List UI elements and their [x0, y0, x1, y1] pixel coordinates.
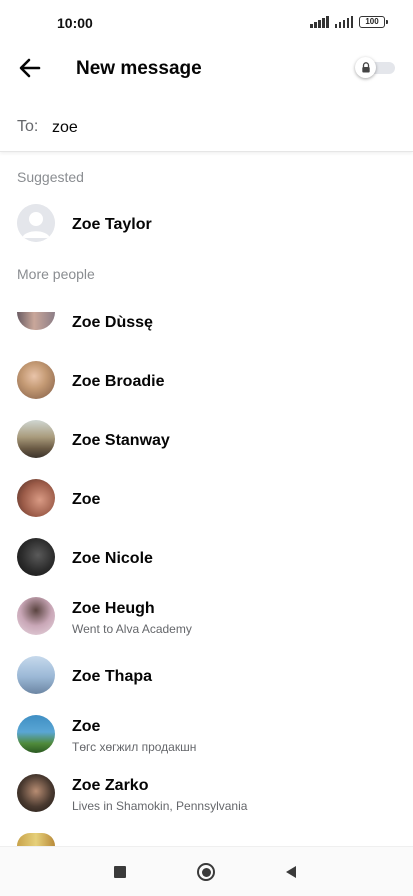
contact-row[interactable]: Zoe [0, 470, 413, 526]
avatar [17, 361, 55, 399]
contact-name: Zoe Thapa [72, 668, 153, 685]
section-label-more-people: More people [17, 266, 95, 282]
contact-row[interactable]: Zoe Nicole [0, 529, 413, 585]
contact-subtitle: Went to Alva Academy [72, 622, 192, 636]
contact-row[interactable]: Zoe Төгс хөгжил продакшн [0, 706, 413, 762]
status-icons: 100 [310, 16, 388, 28]
avatar [17, 656, 55, 694]
contact-name: Zoe Heugh [72, 600, 155, 617]
contact-row[interactable]: Zoe Taylor [0, 196, 413, 252]
contact-row[interactable]: Zoe Thapa [0, 647, 413, 703]
back-arrow-icon [19, 58, 41, 78]
avatar [17, 538, 55, 576]
contact-row[interactable]: Zoe Stanway [0, 411, 413, 467]
contact-row[interactable]: Zoe Heugh Went to Alva Academy [0, 588, 413, 644]
contact-name: Zoe Zarko [72, 777, 149, 794]
contact-row[interactable]: Zoe Zarko Lives in Shamokin, Pennsylvani… [0, 765, 413, 821]
status-time: 10:00 [57, 15, 93, 31]
recipient-search-input[interactable] [52, 114, 382, 142]
avatar [17, 479, 55, 517]
contact-name: Zoe Nicole [72, 550, 153, 567]
section-label-suggested: Suggested [17, 169, 84, 185]
back-nav-button[interactable] [284, 865, 298, 879]
contact-name: Zoe Dùssę [72, 314, 153, 331]
contact-name: Zoe Broadie [72, 373, 165, 390]
contact-name: Zoe [72, 491, 101, 508]
contact-name: Zoe [72, 718, 101, 735]
signal-icon [310, 16, 329, 28]
avatar [17, 715, 55, 753]
avatar [17, 774, 55, 812]
triangle-back-icon [286, 866, 296, 878]
avatar [17, 312, 55, 330]
recent-apps-button[interactable] [114, 866, 126, 878]
avatar [17, 833, 55, 846]
back-button[interactable] [16, 54, 44, 82]
page-title: New message [76, 58, 202, 79]
home-circle-icon [201, 867, 211, 877]
to-label: To: [17, 118, 39, 135]
contact-name: Zoe Stanway [72, 432, 170, 449]
secret-conversation-toggle[interactable] [355, 57, 395, 78]
contact-row[interactable]: Zoe Broadie [0, 352, 413, 408]
header: New message [0, 48, 413, 90]
recipient-row: To: [0, 104, 413, 152]
default-avatar-icon [17, 204, 55, 242]
status-bar: 10:00 100 [0, 0, 413, 48]
avatar [17, 597, 55, 635]
home-button[interactable] [197, 863, 215, 881]
contact-subtitle: Төгс хөгжил продакшн [72, 740, 197, 754]
contact-subtitle: Lives in Shamokin, Pennsylvania [72, 799, 248, 813]
lock-icon [361, 62, 370, 73]
toggle-knob [355, 57, 376, 78]
avatar [17, 420, 55, 458]
battery-icon: 100 [359, 16, 388, 28]
system-navigation-bar [0, 846, 413, 896]
contact-row[interactable]: Zoe Dùssę [0, 293, 413, 349]
signal-icon-2 [334, 16, 353, 28]
contact-name: Zoe Taylor [72, 216, 152, 233]
